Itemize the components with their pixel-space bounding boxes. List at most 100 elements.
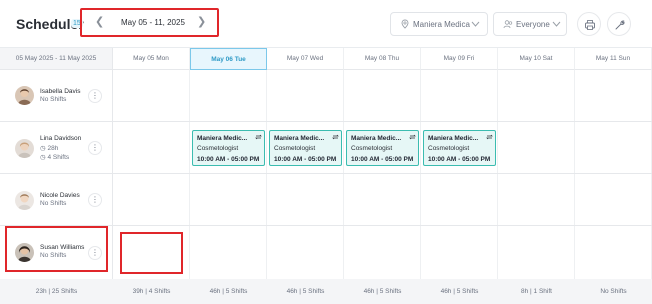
day-header-fri: May 09 Fri [421, 48, 498, 70]
day-header-mon: May 05 Mon [113, 48, 190, 70]
day-header-sat: May 10 Sat [498, 48, 575, 70]
shift-location: Maniera Medic... [351, 135, 402, 142]
repeat-icon [332, 134, 339, 140]
clock-icon: ◷ [40, 145, 46, 152]
day-cell[interactable] [267, 70, 344, 121]
day-header-sun: May 11 Sun [575, 48, 652, 70]
repeat-icon [486, 134, 493, 140]
week-range-label: 05 May 2025 - 11 May 2025 [0, 48, 113, 70]
shift-card[interactable]: Maniera Medic... Cosmetologist 10:00 AM … [269, 130, 342, 166]
location-dropdown[interactable]: Maniera Medica [390, 12, 488, 36]
day-cell[interactable] [113, 122, 190, 173]
day-cell[interactable] [113, 70, 190, 121]
employee-row: Nicole Davies No Shifts ⋮ [0, 174, 652, 226]
day-cell[interactable] [498, 122, 575, 173]
shift-location: Maniera Medic... [428, 135, 479, 142]
day-cell[interactable] [575, 174, 652, 225]
day-cell[interactable] [267, 174, 344, 225]
shift-card[interactable]: Maniera Medic... Cosmetologist 10:00 AM … [192, 130, 265, 166]
chevron-down-icon [552, 21, 561, 27]
day-total: 46h | 5 Shifts [286, 288, 325, 295]
day-header-thu: May 08 Thu [344, 48, 421, 70]
employee-cell: Nicole Davies No Shifts ⋮ [0, 174, 113, 225]
shift-card[interactable]: Maniera Medic... Cosmetologist 10:00 AM … [346, 130, 419, 166]
day-cell[interactable] [344, 70, 421, 121]
day-cell[interactable] [113, 174, 190, 225]
employee-name[interactable]: Isabella Davis [40, 88, 80, 95]
day-cell[interactable] [498, 226, 575, 279]
chevron-right-icon[interactable]: ❯ [197, 15, 206, 28]
people-dropdown[interactable]: Everyone [493, 12, 567, 36]
employee-hours: ◷ 28h [40, 144, 58, 152]
shift-card[interactable]: Maniera Medic... Cosmetologist 10:00 AM … [423, 130, 496, 166]
more-options-icon[interactable]: ⋮ [88, 141, 102, 155]
day-cell[interactable] [190, 226, 267, 279]
print-button[interactable] [577, 12, 601, 36]
avatar [15, 139, 34, 158]
employee-name[interactable]: Lina Davidson [40, 135, 81, 142]
shift-role: Cosmetologist [428, 145, 470, 152]
shift-time: 10:00 AM - 05:00 PM [428, 156, 491, 163]
chevron-down-icon [471, 21, 480, 27]
employee-cell: Lina Davidson ◷ 28h ◷ 4 Shifts ⋮ [0, 122, 113, 173]
day-header-tue[interactable]: May 06 Tue [190, 48, 267, 70]
shift-role: Cosmetologist [197, 145, 239, 152]
employee-row: Isabella Davis No Shifts ⋮ [0, 70, 652, 122]
day-cell[interactable] [575, 70, 652, 121]
shift-role: Cosmetologist [274, 145, 316, 152]
shift-time: 10:00 AM - 05:00 PM [351, 156, 414, 163]
people-icon [503, 20, 513, 29]
day-cell[interactable] [190, 70, 267, 121]
day-total: 39h | 4 Shifts [132, 288, 171, 295]
day-total: 8h | 1 Shift [521, 288, 552, 295]
clock-icon: ◷ [40, 154, 46, 161]
shift-time: 10:00 AM - 05:00 PM [197, 156, 260, 163]
employee-shift-summary: No Shifts [40, 96, 67, 103]
chevron-left-icon[interactable]: ❮ [95, 15, 104, 28]
day-cell[interactable] [267, 226, 344, 279]
avatar [15, 86, 34, 105]
day-cell[interactable] [498, 70, 575, 121]
top-bar: Scheduler 15 ❮ May 05 - 11, 2025 ❯ Manie… [0, 0, 652, 48]
employee-shift-count: ◷ 4 Shifts [40, 153, 69, 161]
employee-row: Lina Davidson ◷ 28h ◷ 4 Shifts ⋮ Maniera… [0, 122, 652, 174]
day-total: 46h | 5 Shifts [363, 288, 402, 295]
day-total: 46h | 5 Shifts [209, 288, 248, 295]
highlight-employee-box [5, 226, 108, 272]
more-options-icon[interactable]: ⋮ [88, 193, 102, 207]
printer-icon [585, 20, 595, 30]
more-options-icon[interactable]: ⋮ [88, 89, 102, 103]
day-cell[interactable] [344, 226, 421, 279]
repeat-icon [255, 134, 262, 140]
day-total: No Shifts [600, 288, 627, 295]
shift-count-value: 4 Shifts [47, 154, 70, 161]
day-cell[interactable] [190, 174, 267, 225]
day-cell[interactable] [575, 122, 652, 173]
day-cell[interactable] [421, 226, 498, 279]
wrench-icon [615, 20, 625, 30]
day-cell[interactable] [575, 226, 652, 279]
day-cell[interactable] [421, 70, 498, 121]
hours-value: 28h [47, 145, 59, 152]
date-range-label[interactable]: May 05 - 11, 2025 [121, 18, 185, 27]
shift-time: 10:00 AM - 05:00 PM [274, 156, 337, 163]
day-header-wed: May 07 Wed [267, 48, 344, 70]
shift-role: Cosmetologist [351, 145, 393, 152]
avatar [15, 191, 34, 210]
highlight-day-cell-box [120, 232, 183, 274]
day-cell[interactable] [344, 174, 421, 225]
repeat-icon [409, 134, 416, 140]
people-dropdown-label: Everyone [516, 20, 550, 29]
day-cell[interactable] [421, 174, 498, 225]
date-range-navigator: ❮ May 05 - 11, 2025 ❯ [80, 8, 219, 37]
employee-shift-summary: No Shifts [40, 200, 67, 207]
location-dropdown-label: Maniera Medica [413, 20, 470, 29]
shift-location: Maniera Medic... [274, 135, 325, 142]
shift-location: Maniera Medic... [197, 135, 248, 142]
tools-button[interactable] [607, 12, 631, 36]
day-cell[interactable] [498, 174, 575, 225]
employee-cell: Isabella Davis No Shifts ⋮ [0, 70, 113, 121]
employee-name[interactable]: Nicole Davies [40, 192, 80, 199]
totals-row: 23h | 25 Shifts 39h | 4 Shifts 46h | 5 S… [0, 279, 652, 304]
day-total: 46h | 5 Shifts [440, 288, 479, 295]
